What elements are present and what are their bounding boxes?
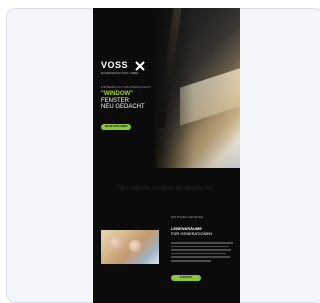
- section-title: LEBENSRÄUME FÜR GENERATIONEN: [171, 226, 212, 236]
- paragraph-line: [171, 252, 226, 255]
- contact-button[interactable]: KONTAKT: [171, 275, 201, 281]
- brochure-preview: VOSS RAUMGESTALTUNG GMBH FÜR MEHR LICHT …: [93, 8, 240, 303]
- family-photo: [101, 230, 159, 264]
- banner-text: WO HEUTE SCHON MORGEN IST: [119, 186, 214, 192]
- headline-line-3: NEU GEDACHT: [101, 104, 145, 110]
- logo-tagline: RAUMGESTALTUNG GMBH: [101, 72, 139, 75]
- paragraph-line: [171, 242, 233, 244]
- paragraph-line: [171, 259, 211, 262]
- voss-logo: VOSS RAUMGESTALTUNG GMBH: [101, 60, 151, 82]
- intro-line: FÜR MEHR LICHT UND WOHNQUALITÄT: [101, 86, 151, 89]
- logo-x-icon: [135, 61, 145, 71]
- section-title-line-2: FÜR GENERATIONEN: [171, 231, 213, 236]
- paragraph-line: [171, 249, 231, 251]
- headline: "WINDOW" FENSTER NEU GEDACHT: [101, 91, 145, 111]
- logo-word: VOSS: [101, 60, 129, 70]
- section-paragraph: [171, 242, 233, 264]
- section-label: WIR PLANEN UND BAUEN: [171, 216, 204, 219]
- photo-shade: [155, 8, 240, 168]
- paragraph-line: [171, 245, 229, 248]
- learn-more-button[interactable]: MEHR ERFAHREN: [101, 124, 131, 130]
- paragraph-line: [171, 256, 230, 258]
